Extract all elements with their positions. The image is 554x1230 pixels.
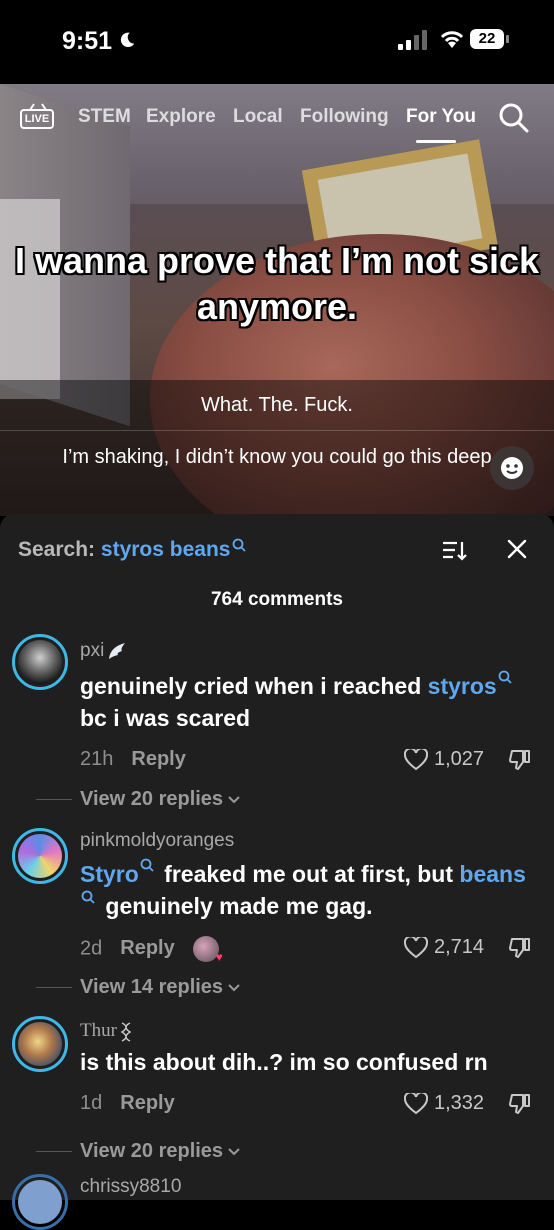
tab-stem[interactable]: STEM	[78, 106, 131, 128]
search-query[interactable]: styros beans	[101, 538, 231, 561]
heart-icon: ♥	[215, 950, 223, 964]
tab-explore[interactable]: Explore	[146, 106, 216, 128]
wifi-icon	[440, 31, 464, 48]
reply-button[interactable]: Reply	[120, 1092, 174, 1114]
wing-icon	[109, 642, 126, 659]
status-bar: 9:51 22	[0, 0, 554, 84]
search-icon	[233, 538, 247, 552]
smiley-icon	[501, 457, 523, 479]
chevron-down-icon	[228, 795, 240, 803]
overlay-comment: I’m shaking, I didn’t know you could go …	[62, 446, 492, 468]
reply-button[interactable]: Reply	[131, 748, 185, 770]
dislike-icon[interactable]	[508, 936, 532, 960]
comment-username[interactable]: pinkmoldyoranges	[80, 830, 234, 852]
ribbon-icon	[120, 1021, 132, 1042]
live-icon[interactable]: LIVE	[20, 103, 56, 129]
view-replies-button[interactable]: View 14 replies	[36, 976, 241, 999]
status-time: 9:51	[62, 27, 113, 55]
comment-meta: 1d Reply	[80, 1092, 175, 1115]
close-icon[interactable]	[506, 538, 528, 560]
creator-liked-avatar: ♥	[192, 936, 223, 964]
avatar[interactable]	[12, 828, 68, 884]
comment-text-segment: genuinely made me gag.	[99, 893, 373, 919]
like-button[interactable]: 1,027	[404, 748, 484, 771]
comment-text-segment: freaked me out at first, but	[157, 861, 460, 887]
comment-meta: 21h Reply	[80, 748, 186, 771]
search-label[interactable]: Search: styros beans	[18, 538, 247, 562]
comment-username[interactable]: chrissy8810	[80, 1176, 181, 1198]
top-nav: LIVE STEM Explore Local Following For Yo…	[0, 96, 554, 143]
like-count: 1,332	[434, 1092, 485, 1114]
chevron-down-icon	[228, 983, 240, 991]
like-button[interactable]: 2,714	[404, 936, 484, 959]
emoji-button[interactable]	[490, 446, 534, 490]
search-icon	[140, 858, 154, 872]
comment-meta: 2d Reply ♥	[80, 936, 223, 964]
divider	[0, 430, 554, 431]
search-prefix: Search:	[18, 538, 96, 561]
dislike-icon[interactable]	[508, 748, 532, 772]
tab-following[interactable]: Following	[300, 106, 389, 128]
search-icon[interactable]	[498, 102, 530, 134]
avatar[interactable]	[12, 634, 68, 690]
like-count: 2,714	[434, 936, 485, 958]
tab-local[interactable]: Local	[233, 106, 283, 128]
view-replies-button[interactable]: View 20 replies	[36, 1140, 241, 1163]
dislike-icon[interactable]	[508, 1092, 532, 1116]
sort-icon[interactable]	[442, 540, 468, 562]
search-link[interactable]: styros	[428, 673, 497, 699]
like-count: 1,027	[434, 748, 485, 770]
comment-count: 764 comments	[210, 589, 343, 610]
heart-icon	[404, 748, 428, 770]
comment-time: 1d	[80, 1092, 103, 1114]
heart-icon	[404, 1092, 428, 1114]
overlay-comment: What. The. Fuck.	[201, 394, 353, 416]
comment-text-segment: genuinely cried when i reached	[80, 673, 428, 699]
like-button[interactable]: 1,332	[404, 1092, 484, 1115]
comment-username[interactable]: pxi	[80, 640, 128, 662]
battery-icon: 22	[470, 29, 512, 51]
heart-icon	[404, 936, 428, 958]
signal-icon	[398, 30, 427, 50]
comment-text-segment: bc i was scared	[80, 705, 251, 731]
moon-icon	[120, 32, 135, 48]
avatar[interactable]	[12, 1016, 68, 1072]
search-icon	[498, 670, 512, 684]
search-icon	[81, 890, 95, 904]
comment-text-segment: is this about dih..? im so confused rn	[80, 1049, 488, 1075]
tab-for-you[interactable]: For You	[406, 106, 476, 128]
reply-button[interactable]: Reply	[120, 937, 174, 959]
comment-time: 2d	[80, 937, 103, 960]
comments-panel: Search: styros beans 764 comments pxi ge…	[0, 514, 554, 1230]
comment-time: 21h	[80, 748, 114, 770]
search-link[interactable]: Styro	[80, 861, 139, 887]
search-link[interactable]: beans	[459, 861, 525, 887]
chevron-down-icon	[228, 1147, 240, 1155]
comment-text: Styro freaked me out at first, but beans…	[80, 858, 530, 922]
avatar[interactable]	[12, 1174, 68, 1230]
comment-text: genuinely cried when i reached styros bc…	[80, 670, 530, 734]
comment-username[interactable]: Thur	[80, 1020, 133, 1043]
comment-text: is this about dih..? im so confused rn	[80, 1046, 530, 1078]
video-caption: I wanna prove that I’m not sick anymore.	[14, 240, 540, 327]
battery-level: 22	[470, 29, 504, 49]
view-replies-button[interactable]: View 20 replies	[36, 788, 241, 811]
active-tab-indicator	[416, 140, 456, 143]
